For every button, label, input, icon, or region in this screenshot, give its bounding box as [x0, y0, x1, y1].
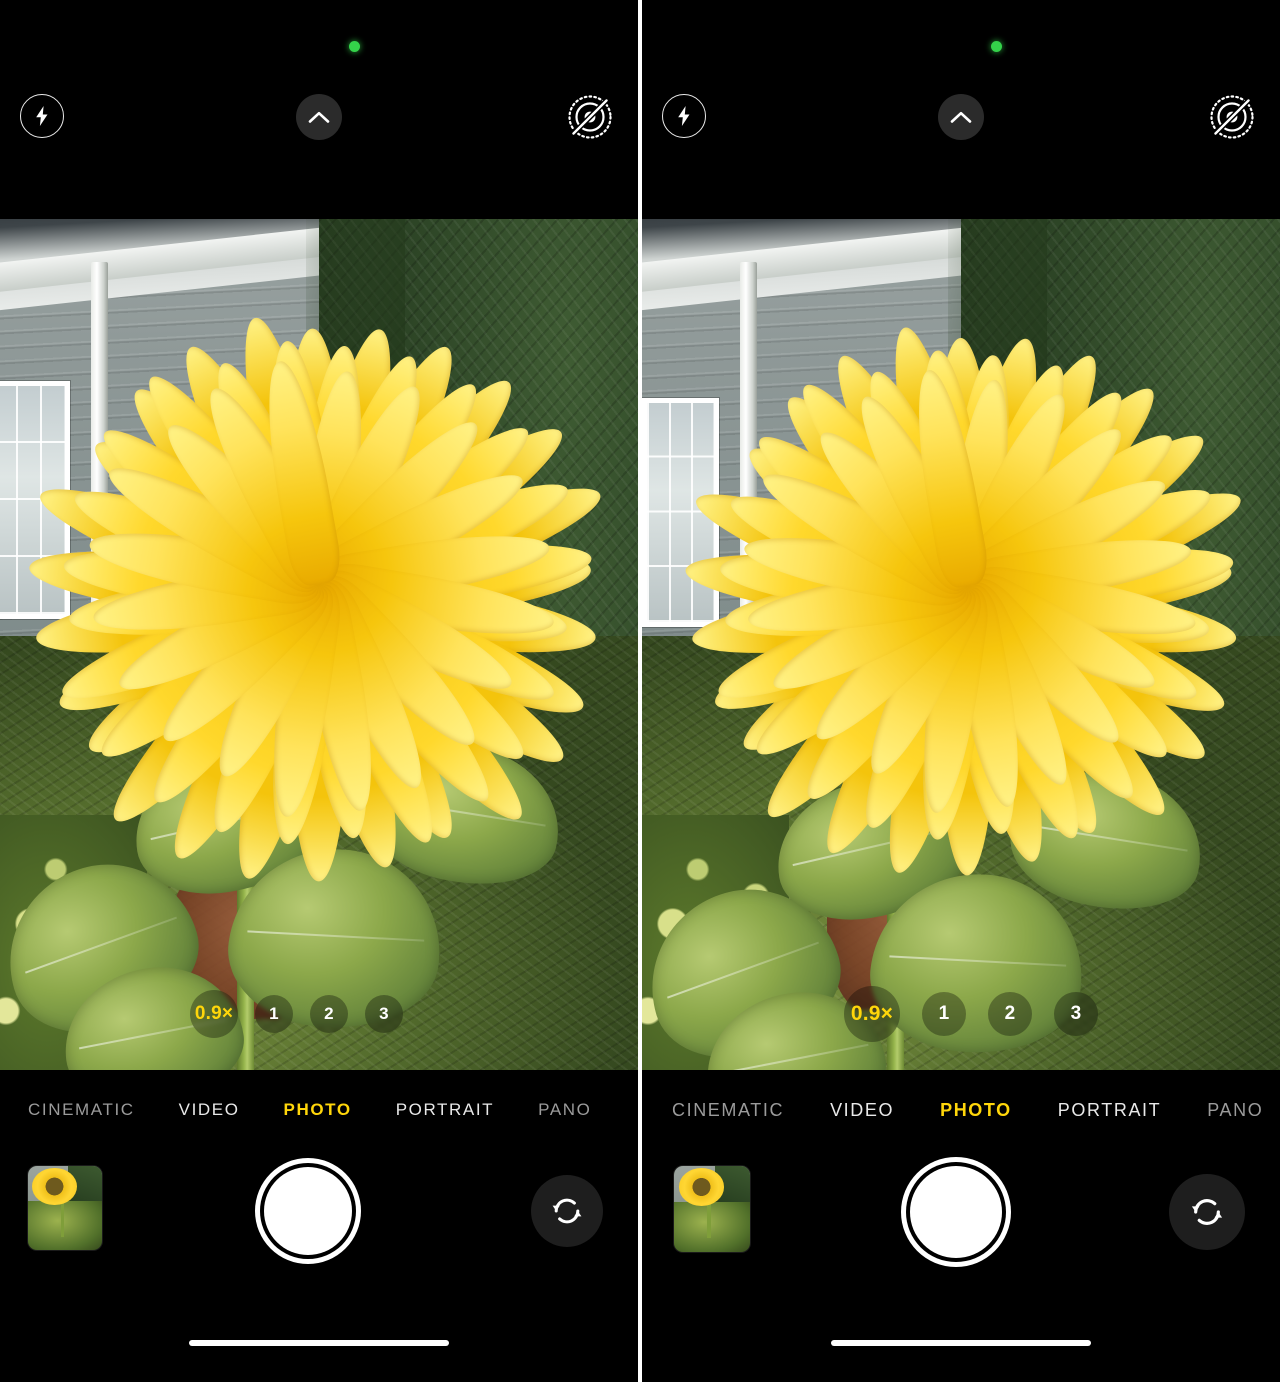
- comparison-stage: 0.9× 1 2 3 CINEMATIC VIDEO PHOTO PORTRAI…: [0, 0, 1280, 1382]
- mode-video[interactable]: VIDEO: [830, 1100, 894, 1121]
- expand-controls-button[interactable]: [938, 94, 984, 140]
- camera-flip-icon: [547, 1191, 587, 1231]
- camera-bottom-bar: [642, 1142, 1280, 1382]
- camera-flip-button[interactable]: [531, 1175, 603, 1247]
- camera-screen-right: 0.9× 1 2 3 CINEMATIC VIDEO PHOTO PORTRAI…: [642, 0, 1280, 1382]
- camera-flip-icon: [1186, 1191, 1228, 1233]
- home-indicator: [189, 1340, 449, 1346]
- zoom-option-1x[interactable]: 1: [255, 995, 293, 1033]
- zoom-option-3x[interactable]: 3: [1054, 992, 1098, 1036]
- zoom-option-1x[interactable]: 1: [922, 992, 966, 1036]
- zoom-option-0.9x[interactable]: 0.9×: [844, 986, 900, 1042]
- photo-library-thumbnail[interactable]: [28, 1166, 102, 1250]
- live-photo-off-icon: [1209, 94, 1255, 140]
- sunflower-scene: [0, 219, 638, 1070]
- zoom-control-right[interactable]: 0.9× 1 2 3: [844, 986, 1098, 1042]
- home-indicator: [831, 1340, 1091, 1346]
- sunflower-petals: [682, 232, 1251, 880]
- mode-portrait[interactable]: PORTRAIT: [1058, 1100, 1161, 1121]
- sunflower-petals: [26, 219, 611, 886]
- shutter-button[interactable]: [910, 1166, 1002, 1258]
- capture-mode-bar[interactable]: CINEMATIC VIDEO PHOTO PORTRAIT PANO: [642, 1078, 1280, 1142]
- camera-flip-button[interactable]: [1169, 1174, 1245, 1250]
- camera-screen-left: 0.9× 1 2 3 CINEMATIC VIDEO PHOTO PORTRAI…: [0, 0, 638, 1382]
- live-photo-off-icon: [567, 94, 613, 140]
- flash-icon: [32, 105, 52, 127]
- zoom-option-0.9x[interactable]: 0.9×: [190, 990, 238, 1038]
- mode-pano[interactable]: PANO: [1207, 1100, 1263, 1121]
- live-photo-button[interactable]: [1208, 93, 1256, 141]
- mode-photo[interactable]: PHOTO: [940, 1100, 1012, 1121]
- zoom-control-left[interactable]: 0.9× 1 2 3: [190, 990, 403, 1038]
- sunflower-bloom: [26, 219, 611, 886]
- mode-photo[interactable]: PHOTO: [284, 1100, 352, 1120]
- expand-controls-button[interactable]: [296, 94, 342, 140]
- flash-button[interactable]: [20, 94, 64, 138]
- mode-cinematic[interactable]: CINEMATIC: [28, 1100, 135, 1120]
- shutter-button[interactable]: [264, 1167, 352, 1255]
- live-photo-button[interactable]: [566, 93, 614, 141]
- photo-library-thumbnail[interactable]: [674, 1166, 750, 1252]
- sunflower-bloom: [682, 232, 1251, 880]
- zoom-option-2x[interactable]: 2: [310, 995, 348, 1033]
- chevron-up-icon: [950, 110, 972, 124]
- camera-viewfinder[interactable]: 0.9× 1 2 3: [642, 219, 1280, 1070]
- mode-portrait[interactable]: PORTRAIT: [396, 1100, 494, 1120]
- flash-button[interactable]: [662, 94, 706, 138]
- chevron-up-icon: [308, 110, 330, 124]
- mode-cinematic[interactable]: CINEMATIC: [672, 1100, 784, 1121]
- camera-top-bar: [642, 0, 1280, 219]
- zoom-option-3x[interactable]: 3: [365, 995, 403, 1033]
- flash-icon: [674, 105, 694, 127]
- camera-viewfinder[interactable]: 0.9× 1 2 3: [0, 219, 638, 1070]
- mode-pano[interactable]: PANO: [538, 1100, 591, 1120]
- camera-in-use-dot: [349, 41, 360, 52]
- camera-top-bar: [0, 0, 638, 219]
- capture-mode-bar[interactable]: CINEMATIC VIDEO PHOTO PORTRAIT PANO: [0, 1078, 638, 1142]
- camera-in-use-dot: [991, 41, 1002, 52]
- zoom-option-2x[interactable]: 2: [988, 992, 1032, 1036]
- camera-bottom-bar: [0, 1142, 638, 1382]
- sunflower-scene: [642, 219, 1280, 1070]
- mode-video[interactable]: VIDEO: [179, 1100, 240, 1120]
